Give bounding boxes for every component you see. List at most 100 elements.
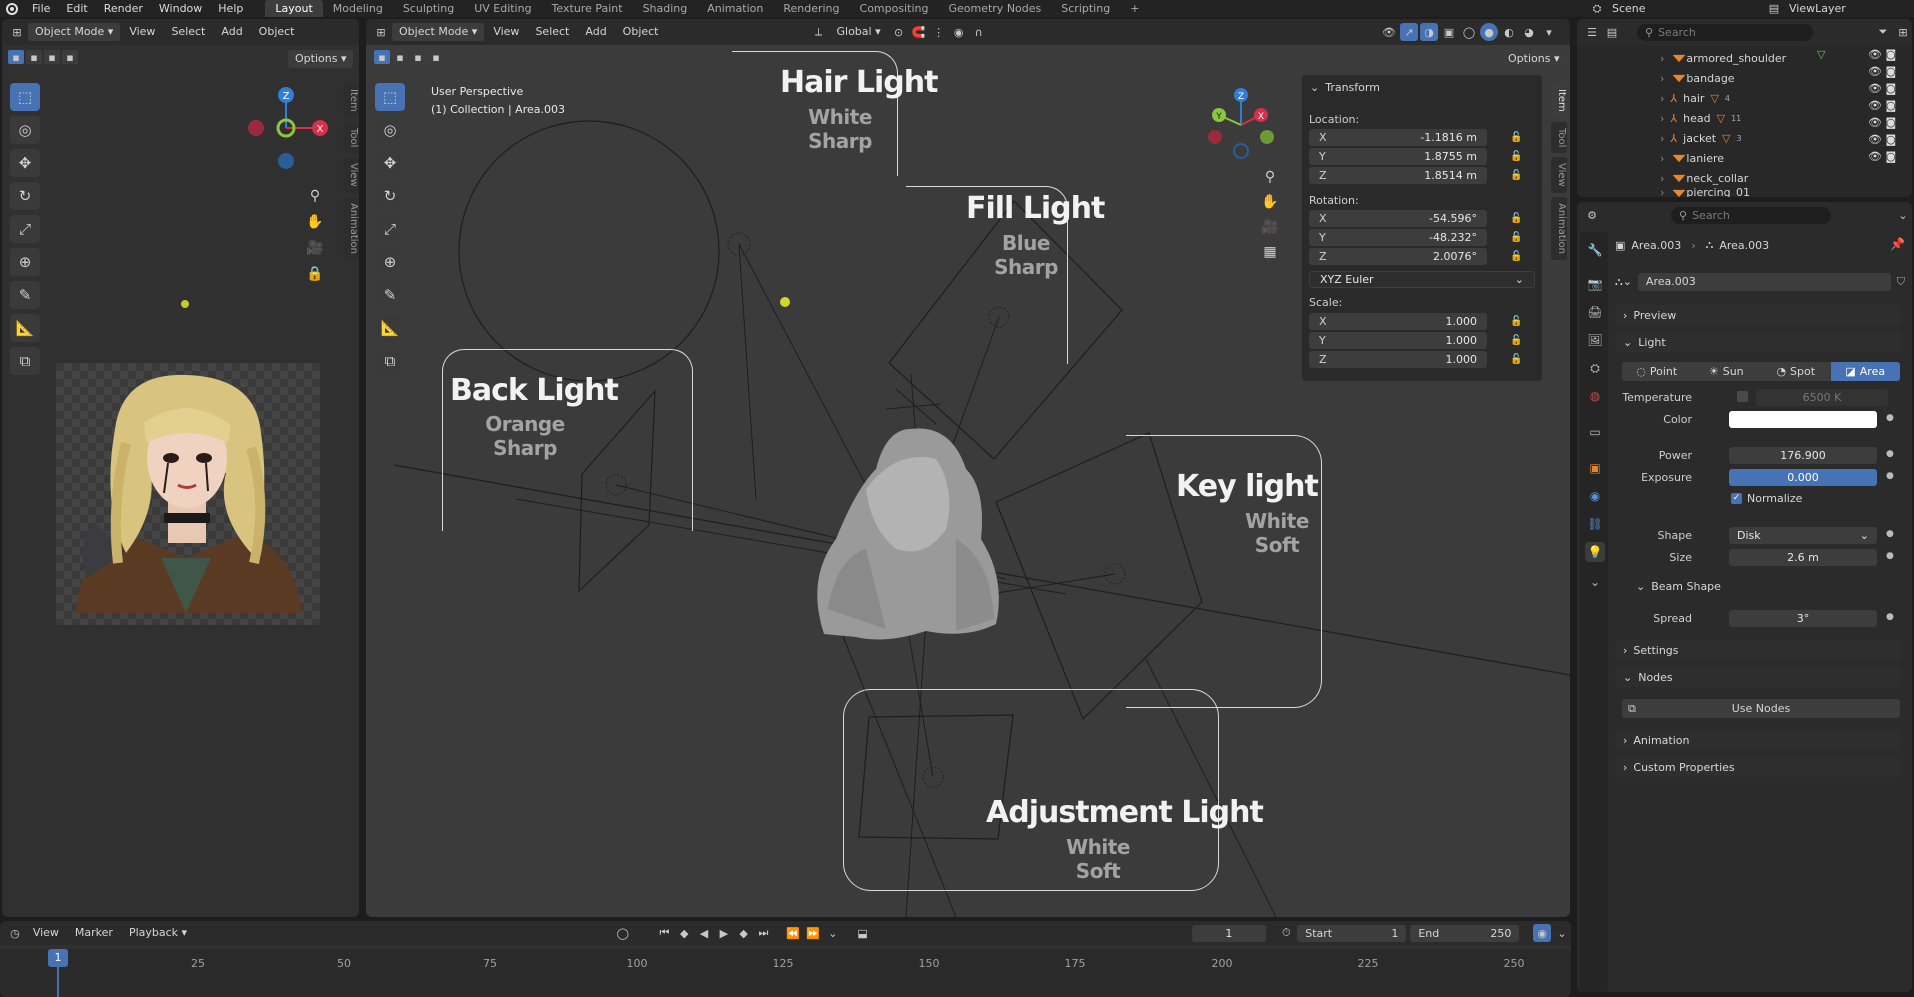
menu-edit[interactable]: Edit	[58, 0, 95, 17]
outliner-item[interactable]: › bandage	[1660, 70, 1735, 86]
preview-range-clock-icon[interactable]: ⏱	[1277, 924, 1295, 942]
play-reverse-icon[interactable]: ◀	[695, 924, 713, 942]
timeline-menu-marker[interactable]: Marker	[68, 924, 120, 942]
timeline-editor[interactable]: ◷ View Marker Playback ▾ ◯ ⏮ ◆ ◀ ▶ ◆ ⏭ ⏪…	[0, 921, 1571, 997]
outliner-item[interactable]: › laniere	[1660, 150, 1724, 166]
lock-icon[interactable]: 🔓	[1510, 213, 1522, 225]
lock-icon[interactable]: 🔓	[1510, 316, 1522, 328]
keyframe-dot-icon[interactable]: ●	[1886, 471, 1894, 481]
light-type-spot[interactable]: ◔ Spot	[1761, 362, 1831, 381]
scale-z-field[interactable]: Z 1.000	[1309, 351, 1487, 368]
location-y-field[interactable]: Y 1.8755 m	[1309, 148, 1487, 165]
workspace-tab-rendering[interactable]: Rendering	[773, 0, 849, 17]
annotate-tool-icon[interactable]: ✎	[10, 281, 40, 309]
keying-set-icon[interactable]: ⬓	[854, 924, 872, 942]
jump-end-icon[interactable]: ⏭	[755, 924, 773, 942]
main-tab-view[interactable]: View	[1551, 157, 1567, 193]
eye-icon[interactable]: 👁 ◙	[1868, 99, 1908, 112]
light-type-area[interactable]: ◪ Area	[1830, 362, 1900, 381]
outliner-item[interactable]: › armored_shoulder	[1660, 50, 1786, 66]
render-tab-icon[interactable]: 📷	[1585, 274, 1605, 294]
filter-icon[interactable]: ⏷	[1874, 23, 1892, 41]
camera-view-icon[interactable]: 🎥	[304, 237, 326, 259]
cursor-tool-icon[interactable]: ◎	[10, 116, 40, 144]
left-tab-tool[interactable]: Tool	[343, 121, 359, 154]
left-menu-view[interactable]: View	[122, 23, 162, 41]
new-collection-icon[interactable]: ⊞	[1894, 23, 1912, 41]
eye-icon[interactable]: 👁 ◙	[1868, 150, 1908, 163]
transform-panel-header[interactable]: ⌄ Transform	[1310, 81, 1380, 94]
outliner-item[interactable]: › ⅄ head ▽ 11	[1660, 110, 1741, 126]
menu-render[interactable]: Render	[96, 0, 151, 17]
outliner-item[interactable]: › piercing_01	[1660, 188, 1750, 197]
workspace-tab-modeling[interactable]: Modeling	[323, 0, 393, 17]
nodes-panel-header[interactable]: ⌄ Nodes	[1615, 667, 1901, 687]
output-tab-icon[interactable]: 🖨	[1585, 302, 1605, 322]
measure-tool-icon[interactable]: 📐	[10, 314, 40, 342]
left-menu-object[interactable]: Object	[252, 23, 302, 41]
rotate-tool-icon[interactable]: ↻	[10, 182, 40, 210]
pin-icon[interactable]: 📌	[1890, 237, 1905, 251]
timeline-view-icon[interactable]: ◉	[1533, 924, 1552, 942]
light-type-sun[interactable]: ☀ Sun	[1692, 362, 1762, 381]
select-box-tool-icon[interactable]: ⬚	[10, 83, 40, 111]
left-object-mode-dropdown[interactable]: Object Mode ▾	[28, 23, 121, 41]
lock-camera-icon[interactable]: 🔒	[304, 263, 326, 285]
left-tab-animation[interactable]: Animation	[343, 196, 359, 260]
menu-help[interactable]: Help	[210, 0, 251, 17]
eye-icon[interactable]: 👁 ◙	[1868, 133, 1908, 146]
zoom-icon[interactable]: ⚲	[304, 185, 326, 207]
rotation-x-field[interactable]: X -54.596°	[1309, 210, 1487, 227]
editor-type-icon[interactable]: ⊞	[8, 23, 26, 41]
step-back-icon[interactable]: ⏪	[784, 924, 802, 942]
light-panel-header[interactable]: ⌄ Light	[1615, 332, 1901, 352]
lock-icon[interactable]: 🔓	[1510, 354, 1522, 366]
scene-selector[interactable]: ⛭ Scene	[1588, 0, 1646, 17]
tool-tab-icon[interactable]: 🔧	[1585, 240, 1605, 260]
menu-file[interactable]: File	[24, 0, 58, 17]
step-forward-icon[interactable]: ⏩	[804, 924, 822, 942]
rotation-y-field[interactable]: Y -48.232°	[1309, 229, 1487, 246]
workspace-tab-texture-paint[interactable]: Texture Paint	[542, 0, 633, 17]
add-workspace-button[interactable]: +	[1120, 0, 1149, 17]
jump-keyframe-back-icon[interactable]: ◆	[675, 924, 693, 942]
temperature-checkbox[interactable]	[1737, 391, 1748, 402]
select-extend-icon[interactable]: ▪	[26, 50, 42, 64]
keyframe-dot-icon[interactable]: ●	[1886, 551, 1894, 561]
left-tab-view[interactable]: View	[343, 157, 359, 193]
menu-window[interactable]: Window	[151, 0, 210, 17]
properties-options-icon[interactable]: ⌄	[1894, 206, 1912, 224]
main-camera-view-icon[interactable]: 🎥	[1259, 216, 1281, 238]
custom-properties-panel-header[interactable]: › Custom Properties	[1615, 757, 1901, 777]
scale-tool-icon[interactable]: ⤢	[10, 215, 40, 243]
location-z-field[interactable]: Z 1.8514 m	[1309, 167, 1487, 184]
workspace-tab-shading[interactable]: Shading	[633, 0, 698, 17]
select-intersect-icon[interactable]: ▪	[62, 50, 78, 64]
rotation-mode-dropdown[interactable]: XYZ Euler ⌄	[1309, 271, 1535, 288]
scene-tab-icon[interactable]: ⛭	[1585, 358, 1605, 378]
start-frame-field[interactable]: Start 1	[1297, 924, 1407, 942]
eye-icon[interactable]: 👁 ◙	[1868, 116, 1908, 129]
main-pan-hand-icon[interactable]: ✋	[1259, 191, 1281, 213]
transform-tool-icon[interactable]: ⊕	[10, 248, 40, 276]
outliner-search-input[interactable]: ⚲ Search	[1637, 23, 1813, 41]
main-navigation-gizmo[interactable]: Z Y X	[1201, 85, 1281, 165]
shape-dropdown[interactable]: Disk ⌄	[1729, 527, 1877, 544]
main-ortho-grid-icon[interactable]: ▦	[1259, 241, 1281, 263]
size-field[interactable]: 2.6 m	[1729, 549, 1877, 566]
physics-tab-icon[interactable]: ◉	[1585, 486, 1605, 506]
properties-search-input[interactable]: ⚲ Search	[1671, 206, 1831, 224]
fake-user-shield-icon[interactable]: ⛉	[1897, 275, 1905, 289]
main-tab-item[interactable]: Item	[1551, 83, 1567, 118]
light-datablock-icon[interactable]: ⛬⌄	[1615, 275, 1632, 289]
keyframe-dot-icon[interactable]: ●	[1886, 612, 1894, 622]
normalize-checkbox[interactable]: ✓ Normalize	[1731, 492, 1802, 505]
timeline-options-icon[interactable]: ⌄	[1553, 924, 1571, 942]
scale-y-field[interactable]: Y 1.000	[1309, 332, 1487, 349]
lock-icon[interactable]: 🔓	[1510, 170, 1522, 182]
outliner-editor-type-icon[interactable]: ☰	[1583, 23, 1601, 41]
workspace-tab-scripting[interactable]: Scripting	[1051, 0, 1120, 17]
lock-icon[interactable]: 🔓	[1510, 335, 1522, 347]
use-nodes-button[interactable]: ⧉ Use Nodes	[1622, 699, 1900, 718]
left-navigation-gizmo[interactable]: Z X	[240, 83, 330, 173]
